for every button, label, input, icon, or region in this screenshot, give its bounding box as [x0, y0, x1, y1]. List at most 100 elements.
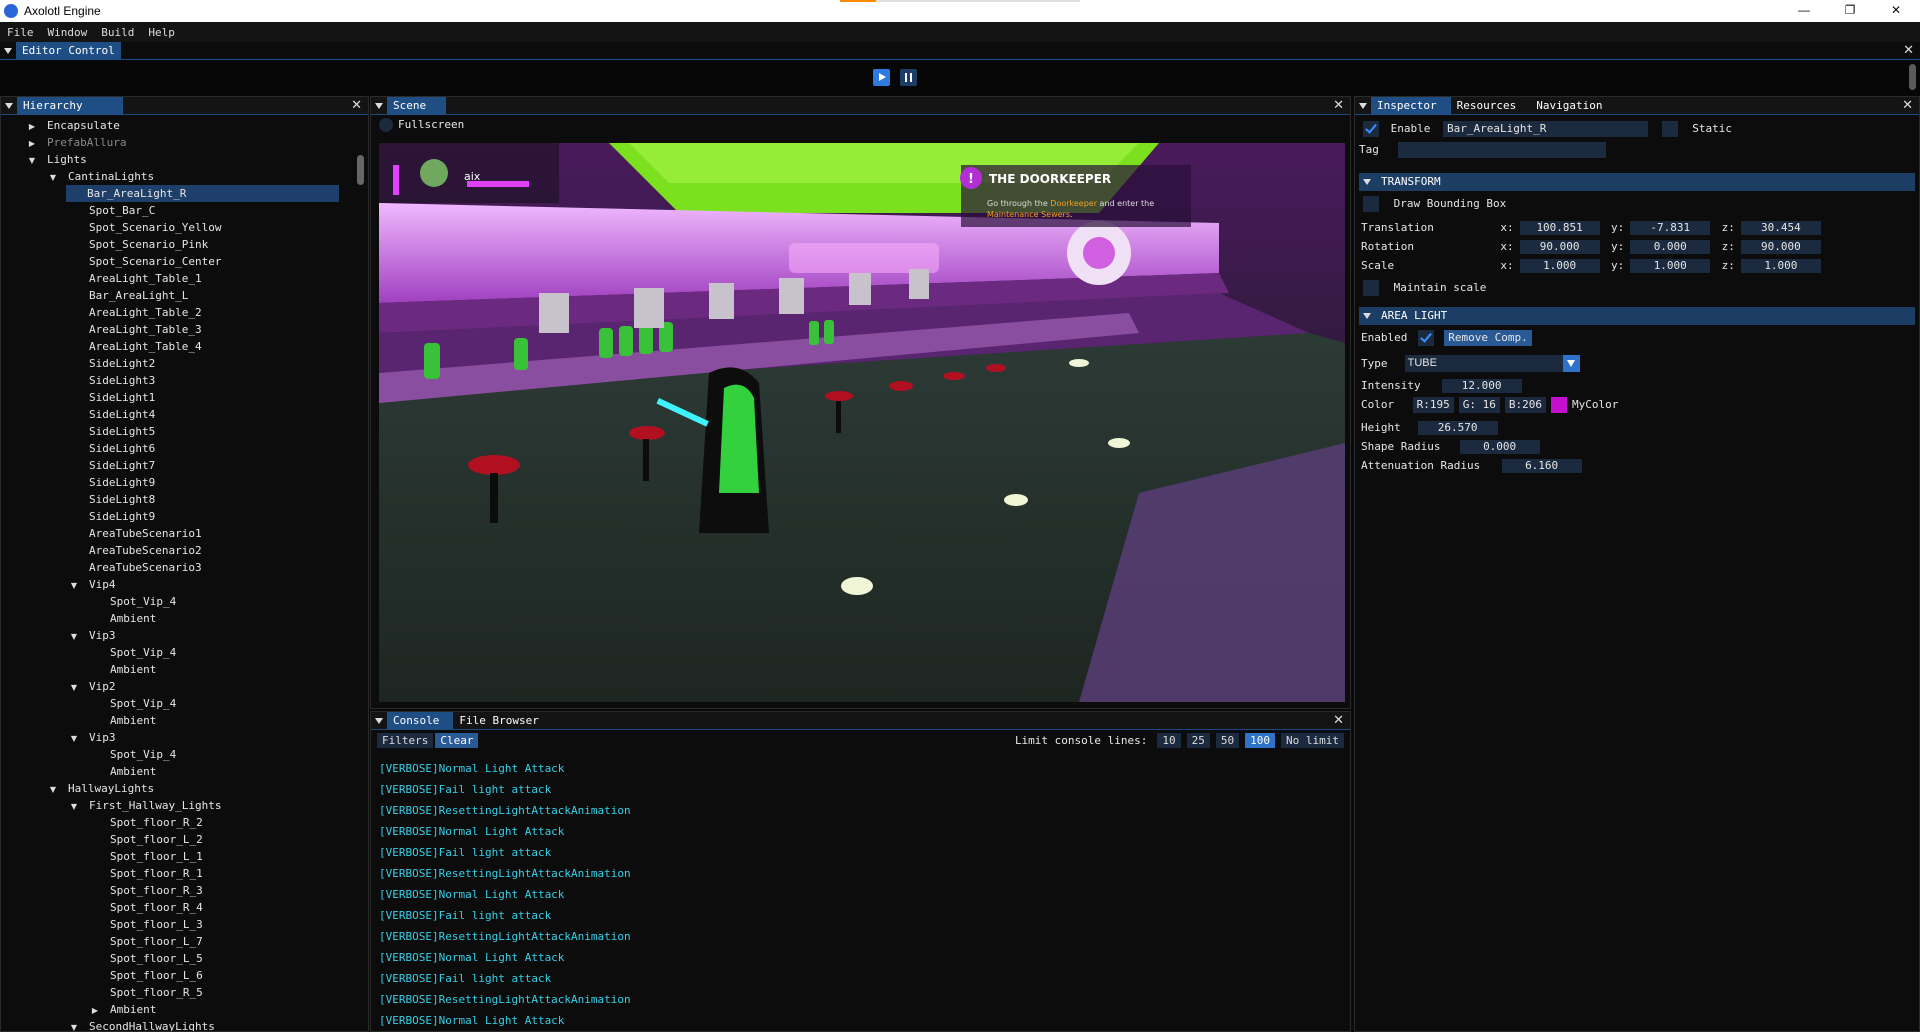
- minimize-button[interactable]: —: [1781, 0, 1827, 22]
- expand-arrow-down-icon[interactable]: ▼: [26, 152, 38, 169]
- hierarchy-item[interactable]: Spot_floor_L_7: [89, 933, 203, 950]
- menu-file[interactable]: File: [0, 26, 41, 39]
- collapse-icon[interactable]: [4, 47, 12, 54]
- color-swatch[interactable]: [1551, 397, 1567, 413]
- rotation-z-input[interactable]: 90.000: [1740, 240, 1821, 254]
- expand-arrow-down-icon[interactable]: ▼: [68, 1019, 80, 1031]
- filters-button[interactable]: Filters: [377, 733, 434, 748]
- tab-hierarchy[interactable]: Hierarchy: [17, 97, 123, 115]
- limit-100-button[interactable]: 100: [1245, 733, 1276, 748]
- limit-50-button[interactable]: 50: [1215, 733, 1240, 748]
- hierarchy-item[interactable]: ▶ PrefabAllura: [26, 134, 127, 152]
- hierarchy-item[interactable]: ▼ Vip2: [68, 678, 116, 695]
- translation-y-input[interactable]: -7.831: [1630, 221, 1711, 235]
- close-scene-icon[interactable]: ✕: [1333, 97, 1344, 115]
- hierarchy-item[interactable]: AreaLight_Table_2: [68, 304, 202, 321]
- scene-viewport[interactable]: aix ! THE DOORKEEPER Go through the Door…: [379, 143, 1345, 702]
- hierarchy-item[interactable]: ▼ Lights: [26, 151, 87, 168]
- hierarchy-item[interactable]: Spot_Scenario_Pink: [68, 236, 208, 253]
- hierarchy-item[interactable]: Bar_AreaLight_R: [66, 185, 339, 202]
- hierarchy-item[interactable]: Spot_Vip_4: [89, 746, 176, 763]
- area-light-enabled-checkbox[interactable]: [1417, 330, 1434, 346]
- hierarchy-item[interactable]: Ambient: [89, 610, 156, 627]
- hierarchy-item[interactable]: ▼ Vip4: [68, 576, 116, 593]
- hierarchy-item[interactable]: Spot_floor_R_5: [89, 984, 203, 1001]
- hierarchy-item[interactable]: SideLight9: [68, 508, 155, 525]
- hierarchy-item[interactable]: Spot_floor_L_3: [89, 916, 203, 933]
- close-hierarchy-icon[interactable]: ✕: [351, 97, 362, 115]
- hierarchy-item[interactable]: AreaLight_Table_3: [68, 321, 202, 338]
- hierarchy-item[interactable]: SideLight7: [68, 457, 155, 474]
- tab-file-browser[interactable]: File Browser: [453, 712, 544, 730]
- close-editor-control-icon[interactable]: ✕: [1903, 42, 1914, 60]
- hierarchy-item[interactable]: SideLight3: [68, 372, 155, 389]
- hierarchy-item[interactable]: Spot_floor_L_6: [89, 967, 203, 984]
- clear-button[interactable]: Clear: [435, 733, 479, 748]
- scale-x-input[interactable]: 1.000: [1519, 259, 1600, 273]
- hierarchy-item[interactable]: ▼ Vip3: [68, 627, 116, 644]
- menu-window[interactable]: Window: [41, 26, 95, 39]
- expand-arrow-down-icon[interactable]: ▼: [68, 577, 80, 594]
- attenuation-radius-input[interactable]: 6.160: [1501, 459, 1582, 473]
- hierarchy-item[interactable]: AreaTubeScenario1: [68, 525, 202, 542]
- object-name-input[interactable]: Bar_AreaLight_R: [1443, 121, 1648, 137]
- hierarchy-item[interactable]: Bar_AreaLight_L: [68, 287, 188, 304]
- scale-y-input[interactable]: 1.000: [1630, 259, 1711, 273]
- hierarchy-item[interactable]: Spot_Vip_4: [89, 695, 176, 712]
- hierarchy-item[interactable]: Spot_floor_R_4: [89, 899, 203, 916]
- enable-checkbox[interactable]: [1363, 121, 1379, 137]
- shape-radius-input[interactable]: 0.000: [1459, 440, 1540, 454]
- hierarchy-item[interactable]: SideLight2: [68, 355, 155, 372]
- pause-button[interactable]: [900, 69, 917, 86]
- close-inspector-icon[interactable]: ✕: [1902, 97, 1913, 115]
- hierarchy-item[interactable]: SideLight4: [68, 406, 155, 423]
- hierarchy-item[interactable]: Spot_floor_L_5: [89, 950, 203, 967]
- hierarchy-item[interactable]: SideLight6: [68, 440, 155, 457]
- hierarchy-item[interactable]: ▼ HallwayLights: [47, 780, 154, 797]
- color-r-input[interactable]: R:195: [1412, 397, 1454, 413]
- expand-arrow-down-icon[interactable]: ▼: [68, 679, 80, 696]
- collapse-icon[interactable]: [375, 102, 383, 109]
- rotation-x-input[interactable]: 90.000: [1519, 240, 1600, 254]
- hierarchy-scrollbar[interactable]: [357, 155, 364, 185]
- hierarchy-item[interactable]: ▼ First_Hallway_Lights: [68, 797, 222, 815]
- intensity-input[interactable]: 12.000: [1441, 379, 1522, 393]
- close-window-button[interactable]: ✕: [1873, 0, 1919, 22]
- maximize-button[interactable]: ❐: [1827, 0, 1873, 22]
- tag-input[interactable]: [1397, 142, 1606, 158]
- hierarchy-item[interactable]: Spot_floor_R_1: [89, 865, 203, 882]
- scale-z-input[interactable]: 1.000: [1740, 259, 1821, 273]
- hierarchy-item[interactable]: Spot_Scenario_Yellow: [68, 219, 221, 236]
- hierarchy-item[interactable]: ▼ SecondHallwayLights: [68, 1018, 215, 1031]
- hierarchy-item[interactable]: Spot_Vip_4: [89, 593, 176, 610]
- hierarchy-item[interactable]: Spot_Vip_4: [89, 644, 176, 661]
- expand-arrow-down-icon[interactable]: ▼: [47, 781, 59, 798]
- hierarchy-item[interactable]: Spot_Bar_C: [68, 202, 155, 219]
- area-light-section-header[interactable]: AREA LIGHT: [1359, 307, 1915, 325]
- hierarchy-item[interactable]: Spot_floor_L_1: [89, 848, 203, 865]
- hierarchy-item[interactable]: ▶ Encapsulate: [26, 117, 120, 134]
- translation-z-input[interactable]: 30.454: [1740, 221, 1821, 235]
- remove-component-button[interactable]: Remove Comp.: [1444, 330, 1532, 346]
- expand-arrow-down-icon[interactable]: ▼: [68, 798, 80, 815]
- translation-x-input[interactable]: 100.851: [1519, 221, 1600, 235]
- tab-scene[interactable]: Scene: [387, 97, 447, 115]
- expand-arrow-right-icon[interactable]: ▶: [26, 135, 38, 152]
- play-button[interactable]: [873, 69, 890, 86]
- hierarchy-item[interactable]: Spot_floor_R_3: [89, 882, 203, 899]
- type-dropdown[interactable]: TUBE: [1404, 355, 1580, 372]
- limit-none-button[interactable]: No limit: [1281, 733, 1344, 748]
- hierarchy-item[interactable]: SideLight5: [68, 423, 155, 440]
- hierarchy-item[interactable]: Ambient: [89, 712, 156, 729]
- editor-scrollbar[interactable]: [1909, 64, 1916, 90]
- tab-navigation[interactable]: Navigation: [1530, 97, 1608, 115]
- rotation-y-input[interactable]: 0.000: [1630, 240, 1711, 254]
- tab-console[interactable]: Console: [387, 712, 454, 730]
- hierarchy-item[interactable]: ▼ CantinaLights: [47, 168, 154, 185]
- tab-editor-control[interactable]: Editor Control: [16, 42, 121, 60]
- menu-help[interactable]: Help: [141, 26, 182, 39]
- hierarchy-item[interactable]: SideLight1: [68, 389, 155, 406]
- hierarchy-item[interactable]: AreaTubeScenario2: [68, 542, 202, 559]
- hierarchy-item[interactable]: Ambient: [89, 661, 156, 678]
- collapse-icon[interactable]: [375, 717, 383, 724]
